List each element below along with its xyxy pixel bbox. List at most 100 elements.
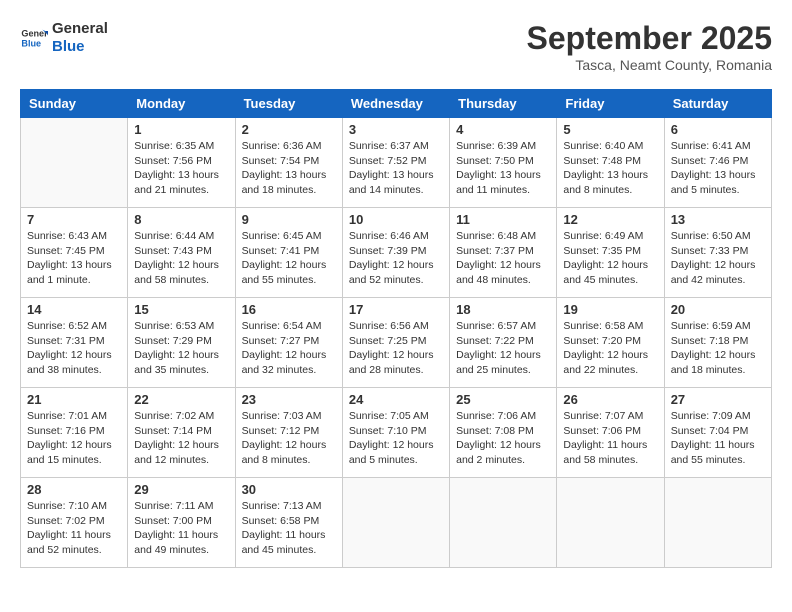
day-info: Sunrise: 6:40 AM Sunset: 7:48 PM Dayligh… bbox=[563, 139, 657, 198]
day-info: Sunrise: 6:58 AM Sunset: 7:20 PM Dayligh… bbox=[563, 319, 657, 378]
day-number: 6 bbox=[671, 122, 765, 137]
day-info: Sunrise: 6:56 AM Sunset: 7:25 PM Dayligh… bbox=[349, 319, 443, 378]
weekday-header-row: SundayMondayTuesdayWednesdayThursdayFrid… bbox=[21, 90, 772, 118]
calendar-cell bbox=[21, 118, 128, 208]
day-number: 7 bbox=[27, 212, 121, 227]
day-info: Sunrise: 6:48 AM Sunset: 7:37 PM Dayligh… bbox=[456, 229, 550, 288]
calendar-cell: 15 Sunrise: 6:53 AM Sunset: 7:29 PM Dayli… bbox=[128, 298, 235, 388]
calendar-cell: 29 Sunrise: 7:11 AM Sunset: 7:00 PM Dayli… bbox=[128, 478, 235, 568]
weekday-header-thursday: Thursday bbox=[450, 90, 557, 118]
day-number: 29 bbox=[134, 482, 228, 497]
weekday-header-sunday: Sunday bbox=[21, 90, 128, 118]
calendar-cell: 27Sunrise: 7:09 AM Sunset: 7:04 PM Dayli… bbox=[664, 388, 771, 478]
calendar-cell: 30 Sunrise: 7:13 AM Sunset: 6:58 PM Dayli… bbox=[235, 478, 342, 568]
calendar-cell: 4Sunrise: 6:39 AM Sunset: 7:50 PM Daylig… bbox=[450, 118, 557, 208]
day-number: 13 bbox=[671, 212, 765, 227]
day-info: Sunrise: 6:50 AM Sunset: 7:33 PM Dayligh… bbox=[671, 229, 765, 288]
day-info: Sunrise: 7:06 AM Sunset: 7:08 PM Dayligh… bbox=[456, 409, 550, 468]
calendar-cell: 25 Sunrise: 7:06 AM Sunset: 7:08 PM Dayli… bbox=[450, 388, 557, 478]
day-number: 12 bbox=[563, 212, 657, 227]
calendar-cell: 19 Sunrise: 6:58 AM Sunset: 7:20 PM Dayli… bbox=[557, 298, 664, 388]
day-info: Sunrise: 6:49 AM Sunset: 7:35 PM Dayligh… bbox=[563, 229, 657, 288]
week-row-2: 7 Sunrise: 6:43 AM Sunset: 7:45 PM Daylig… bbox=[21, 208, 772, 298]
week-row-4: 21 Sunrise: 7:01 AM Sunset: 7:16 PM Dayli… bbox=[21, 388, 772, 478]
week-row-3: 14 Sunrise: 6:52 AM Sunset: 7:31 PM Dayli… bbox=[21, 298, 772, 388]
weekday-header-monday: Monday bbox=[128, 90, 235, 118]
calendar-cell: 6 Sunrise: 6:41 AM Sunset: 7:46 PM Daylig… bbox=[664, 118, 771, 208]
calendar-cell: 3 Sunrise: 6:37 AM Sunset: 7:52 PM Daylig… bbox=[342, 118, 449, 208]
day-number: 1 bbox=[134, 122, 228, 137]
calendar-cell: 18Sunrise: 6:57 AM Sunset: 7:22 PM Dayli… bbox=[450, 298, 557, 388]
day-number: 18 bbox=[456, 302, 550, 317]
day-number: 10 bbox=[349, 212, 443, 227]
day-number: 24 bbox=[349, 392, 443, 407]
calendar-cell bbox=[557, 478, 664, 568]
day-info: Sunrise: 6:59 AM Sunset: 7:18 PM Dayligh… bbox=[671, 319, 765, 378]
day-number: 16 bbox=[242, 302, 336, 317]
logo: General Blue General Blue bbox=[20, 20, 108, 56]
calendar-cell: 20 Sunrise: 6:59 AM Sunset: 7:18 PM Dayli… bbox=[664, 298, 771, 388]
day-info: Sunrise: 7:03 AM Sunset: 7:12 PM Dayligh… bbox=[242, 409, 336, 468]
day-number: 9 bbox=[242, 212, 336, 227]
day-number: 19 bbox=[563, 302, 657, 317]
day-number: 11 bbox=[456, 212, 550, 227]
day-info: Sunrise: 6:37 AM Sunset: 7:52 PM Dayligh… bbox=[349, 139, 443, 198]
calendar-cell: 23 Sunrise: 7:03 AM Sunset: 7:12 PM Dayli… bbox=[235, 388, 342, 478]
day-number: 2 bbox=[242, 122, 336, 137]
calendar-cell: 28Sunrise: 7:10 AM Sunset: 7:02 PM Dayli… bbox=[21, 478, 128, 568]
day-info: Sunrise: 6:53 AM Sunset: 7:29 PM Dayligh… bbox=[134, 319, 228, 378]
day-info: Sunrise: 6:36 AM Sunset: 7:54 PM Dayligh… bbox=[242, 139, 336, 198]
day-info: Sunrise: 6:39 AM Sunset: 7:50 PM Dayligh… bbox=[456, 139, 550, 198]
calendar-cell: 9 Sunrise: 6:45 AM Sunset: 7:41 PM Daylig… bbox=[235, 208, 342, 298]
month-title: September 2025 bbox=[527, 20, 772, 57]
calendar-cell: 16 Sunrise: 6:54 AM Sunset: 7:27 PM Dayli… bbox=[235, 298, 342, 388]
day-info: Sunrise: 6:44 AM Sunset: 7:43 PM Dayligh… bbox=[134, 229, 228, 288]
day-info: Sunrise: 6:35 AM Sunset: 7:56 PM Dayligh… bbox=[134, 139, 228, 198]
weekday-header-friday: Friday bbox=[557, 90, 664, 118]
calendar-cell bbox=[342, 478, 449, 568]
calendar-cell: 11 Sunrise: 6:48 AM Sunset: 7:37 PM Dayli… bbox=[450, 208, 557, 298]
weekday-header-tuesday: Tuesday bbox=[235, 90, 342, 118]
day-info: Sunrise: 7:13 AM Sunset: 6:58 PM Dayligh… bbox=[242, 499, 336, 558]
logo-icon: General Blue bbox=[20, 24, 48, 52]
day-number: 22 bbox=[134, 392, 228, 407]
calendar-cell: 21 Sunrise: 7:01 AM Sunset: 7:16 PM Dayli… bbox=[21, 388, 128, 478]
calendar-cell: 13 Sunrise: 6:50 AM Sunset: 7:33 PM Dayli… bbox=[664, 208, 771, 298]
day-number: 21 bbox=[27, 392, 121, 407]
day-number: 30 bbox=[242, 482, 336, 497]
day-number: 3 bbox=[349, 122, 443, 137]
day-number: 23 bbox=[242, 392, 336, 407]
week-row-5: 28Sunrise: 7:10 AM Sunset: 7:02 PM Dayli… bbox=[21, 478, 772, 568]
day-number: 8 bbox=[134, 212, 228, 227]
day-number: 14 bbox=[27, 302, 121, 317]
logo-blue: Blue bbox=[52, 38, 108, 56]
calendar-table: SundayMondayTuesdayWednesdayThursdayFrid… bbox=[20, 89, 772, 568]
svg-text:Blue: Blue bbox=[21, 38, 41, 48]
calendar-cell: 26Sunrise: 7:07 AM Sunset: 7:06 PM Dayli… bbox=[557, 388, 664, 478]
page-header: General Blue General Blue September 2025… bbox=[20, 20, 772, 73]
day-info: Sunrise: 6:43 AM Sunset: 7:45 PM Dayligh… bbox=[27, 229, 121, 288]
day-info: Sunrise: 7:02 AM Sunset: 7:14 PM Dayligh… bbox=[134, 409, 228, 468]
logo-general: General bbox=[52, 20, 108, 38]
day-info: Sunrise: 6:45 AM Sunset: 7:41 PM Dayligh… bbox=[242, 229, 336, 288]
day-info: Sunrise: 7:09 AM Sunset: 7:04 PM Dayligh… bbox=[671, 409, 765, 468]
day-info: Sunrise: 6:54 AM Sunset: 7:27 PM Dayligh… bbox=[242, 319, 336, 378]
calendar-cell: 8 Sunrise: 6:44 AM Sunset: 7:43 PM Daylig… bbox=[128, 208, 235, 298]
day-info: Sunrise: 7:07 AM Sunset: 7:06 PM Dayligh… bbox=[563, 409, 657, 468]
day-info: Sunrise: 7:10 AM Sunset: 7:02 PM Dayligh… bbox=[27, 499, 121, 558]
calendar-cell: 12 Sunrise: 6:49 AM Sunset: 7:35 PM Dayli… bbox=[557, 208, 664, 298]
calendar-cell: 14 Sunrise: 6:52 AM Sunset: 7:31 PM Dayli… bbox=[21, 298, 128, 388]
day-info: Sunrise: 7:01 AM Sunset: 7:16 PM Dayligh… bbox=[27, 409, 121, 468]
day-number: 15 bbox=[134, 302, 228, 317]
day-number: 20 bbox=[671, 302, 765, 317]
day-info: Sunrise: 7:11 AM Sunset: 7:00 PM Dayligh… bbox=[134, 499, 228, 558]
calendar-cell: 24Sunrise: 7:05 AM Sunset: 7:10 PM Dayli… bbox=[342, 388, 449, 478]
calendar-cell: 7 Sunrise: 6:43 AM Sunset: 7:45 PM Daylig… bbox=[21, 208, 128, 298]
calendar-cell bbox=[450, 478, 557, 568]
calendar-cell: 2 Sunrise: 6:36 AM Sunset: 7:54 PM Daylig… bbox=[235, 118, 342, 208]
day-number: 25 bbox=[456, 392, 550, 407]
week-row-1: 1 Sunrise: 6:35 AM Sunset: 7:56 PM Daylig… bbox=[21, 118, 772, 208]
day-info: Sunrise: 6:52 AM Sunset: 7:31 PM Dayligh… bbox=[27, 319, 121, 378]
day-info: Sunrise: 6:41 AM Sunset: 7:46 PM Dayligh… bbox=[671, 139, 765, 198]
calendar-cell: 22 Sunrise: 7:02 AM Sunset: 7:14 PM Dayli… bbox=[128, 388, 235, 478]
